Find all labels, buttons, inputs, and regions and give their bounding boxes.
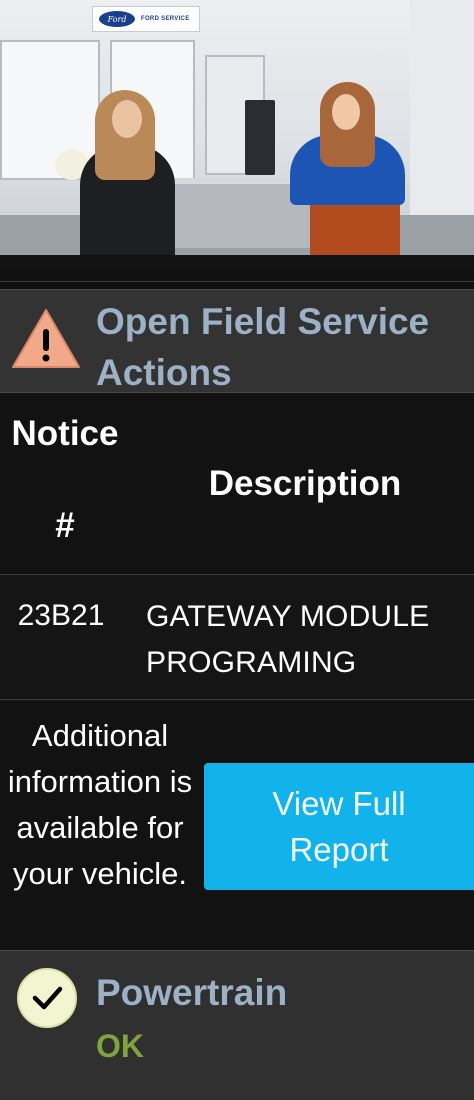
additional-info-text: Additional information is available for … (7, 718, 193, 891)
warning-triangle-icon (12, 309, 80, 368)
notice-number: 23B21 (17, 599, 105, 632)
ford-service-sign-text: FORD SERVICE (141, 16, 190, 22)
additional-info-row: Additional information is available for … (0, 701, 474, 950)
powertrain-status: Powertrain OK (0, 950, 474, 1100)
table-row: 23B21 GATEWAY MODULE PROGRAMING (0, 576, 474, 700)
field-service-title: Open Field Service Actions (96, 301, 430, 393)
notice-description: GATEWAY MODULE PROGRAMING (146, 600, 430, 679)
checkmark-circle-icon (17, 968, 77, 1028)
column-header-notice: Notice (11, 414, 119, 453)
field-service-header: Open Field Service Actions (0, 289, 474, 393)
view-full-report-label: View Full Report (272, 784, 406, 868)
table-header: Notice # Description (0, 393, 474, 575)
view-full-report-button[interactable]: View Full Report (204, 763, 474, 890)
powertrain-title: Powertrain (96, 972, 288, 1013)
column-header-description: Description (208, 464, 402, 503)
section-divider (0, 255, 474, 289)
powertrain-status-ok: OK (96, 1028, 144, 1064)
column-header-notice-hash: # (55, 506, 75, 545)
service-desk-photo: Ford FORD SERVICE (0, 0, 474, 255)
ford-logo: Ford (99, 11, 135, 27)
ford-service-sign: Ford FORD SERVICE (92, 6, 200, 32)
